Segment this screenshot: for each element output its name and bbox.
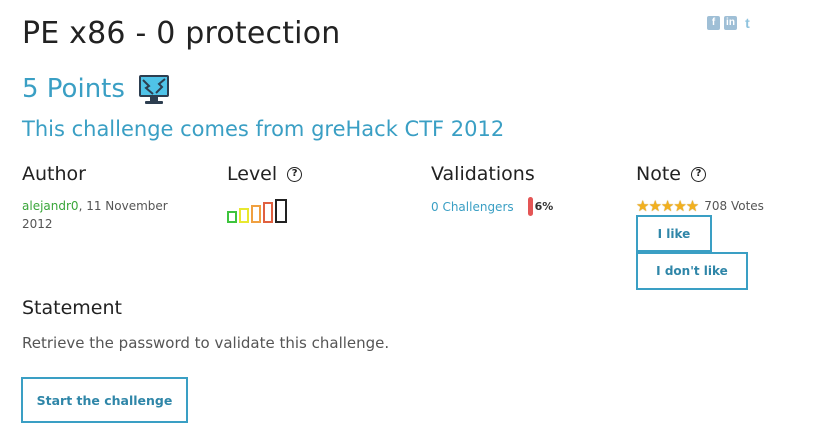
linkedin-icon[interactable]: in [724, 16, 737, 30]
validation-rate-value: 6% [534, 200, 554, 213]
page-title: PE x86 - 0 protection [22, 16, 341, 51]
rating-stars-icon: ★★★★★ [636, 197, 699, 215]
level-label: Level [227, 163, 278, 185]
author-heading: Author [22, 163, 86, 185]
level-bar-1 [227, 211, 237, 223]
note-help-icon[interactable]: ? [690, 166, 706, 182]
points-row: 5 Points [22, 72, 171, 106]
cracking-computer-icon [138, 75, 169, 104]
validation-rate: 6% [527, 197, 554, 216]
like-button[interactable]: I like [636, 215, 712, 252]
validations-info: 0 Challengers 6% [431, 197, 553, 216]
validations-column: Validations 0 Challengers 6% [431, 161, 553, 216]
rating-row: ★★★★★ 708 Votes [636, 197, 764, 215]
start-challenge-button[interactable]: Start the challenge [21, 377, 188, 423]
level-meter [227, 197, 302, 223]
statement-heading: Statement [22, 297, 122, 319]
note-heading: Note ? [636, 161, 764, 187]
votes-count: 708 Votes [704, 199, 764, 213]
level-bar-4 [263, 202, 273, 223]
challenge-origin[interactable]: This challenge comes from greHack CTF 20… [22, 117, 504, 141]
author-link[interactable]: alejandr0 [22, 199, 79, 213]
level-bar-5 [275, 199, 287, 223]
validations-heading: Validations [431, 163, 535, 185]
validation-rate-bar [527, 197, 533, 216]
author-column: Author alejandr0, 11 November 2012 [22, 161, 192, 233]
facebook-icon[interactable]: f [707, 16, 720, 30]
challengers-link[interactable]: 0 Challengers [431, 200, 514, 214]
level-column: Level ? [227, 161, 303, 223]
note-label: Note [636, 163, 681, 185]
author-info: alejandr0, 11 November 2012 [22, 197, 192, 233]
level-bar-3 [251, 205, 261, 223]
level-bar-2 [239, 208, 249, 223]
level-heading: Level ? [227, 161, 303, 187]
social-links: f in t [707, 16, 754, 30]
level-help-icon[interactable]: ? [287, 166, 303, 182]
dislike-button[interactable]: I don't like [636, 252, 748, 290]
twitter-icon[interactable]: t [741, 16, 754, 30]
note-column: Note ? ★★★★★ 708 Votes [636, 161, 764, 215]
statement-text: Retrieve the password to validate this c… [22, 334, 390, 352]
challenge-points: 5 Points [22, 74, 125, 104]
